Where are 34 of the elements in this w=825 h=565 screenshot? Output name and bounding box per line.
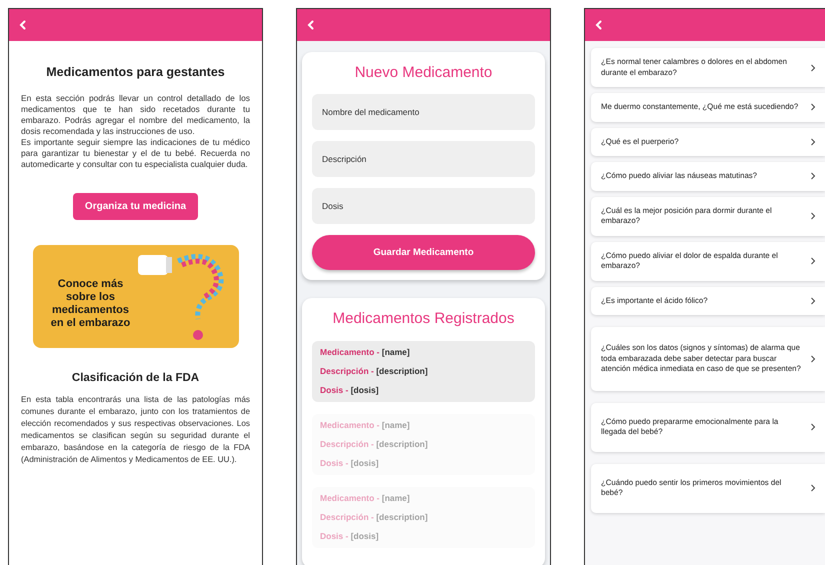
chevron-right-icon — [809, 64, 817, 72]
record-line: Descripción - [description] — [320, 512, 429, 523]
chevron-right-icon — [809, 172, 817, 180]
chevron-right-icon — [809, 212, 817, 220]
record-line: Dosis - [dosis] — [320, 531, 380, 542]
chevron-right-icon — [809, 257, 817, 265]
input-field[interactable]: Nombre del medicamento — [312, 94, 535, 130]
record-line: Medicamento - [name] — [320, 347, 411, 358]
intro-paragraph: Es importante seguir siempre las indicaciones de tu médico para garantizar tu bienestar y el de tu bebé. Recuerda no automedicarte y consultar con tu especialista cualquier duda. — [21, 137, 250, 170]
record-card[interactable]: Medicamento - [name] Descripción - [description] Dosis - [dosis] — [312, 341, 535, 402]
chevron-right-icon — [809, 423, 817, 431]
organize-button[interactable]: Organiza tu medicina — [72, 193, 198, 220]
page-title: Medicamentos para gestantes — [46, 65, 225, 79]
record-line: Descripción - [description] — [320, 439, 429, 450]
record-line: Descripción - [description] — [320, 366, 429, 377]
banner-text: Conoce más sobre los medicamentos en el embarazo — [50, 278, 132, 330]
chevron-right-icon — [809, 354, 817, 363]
section-title: Clasificación de la FDA — [72, 372, 200, 384]
record-line: Medicamento - [name] — [320, 493, 411, 504]
list-title: Medicamentos Registrados — [332, 310, 516, 327]
chevron-right-icon — [809, 296, 817, 305]
chevron-right-icon — [809, 103, 817, 112]
fda-paragraph: En esta tabla encontrarás una lista de las patologías más comunes durante el embarazo, junto con los tratamientos de elección recomendados y sus respectivas observaciones. Los medicamentos se clasifican según su seguridad durante el embarazo, basándose en la categoría de riesgo de la FDA (Administración de Alimentos y Medicamentos de EE. UU.). — [21, 394, 250, 466]
banner-card[interactable]: Conoce más sobre los medicamentos en el embarazo — [32, 245, 238, 348]
record-line: Dosis - [dosis] — [320, 458, 380, 469]
chevron-right-icon — [809, 138, 817, 146]
input-field[interactable]: Descripción — [312, 141, 535, 177]
save-button[interactable]: Guardar Medicamento — [312, 235, 535, 270]
record-line: Dosis - [dosis] — [320, 385, 380, 396]
form-title: Nuevo Medicamento — [354, 64, 494, 81]
record-line: Medicamento - [name] — [320, 420, 411, 431]
chevron-right-icon — [809, 484, 817, 492]
input-field[interactable]: Dosis — [312, 188, 535, 224]
intro-paragraph: En esta sección podrás llevar un control detallado de los medicamentos que te han sido recetados durante tu embarazo. Podrás agregar el nombre del medicamento, la dosis recomendada y las instrucciones de uso. — [21, 93, 250, 137]
